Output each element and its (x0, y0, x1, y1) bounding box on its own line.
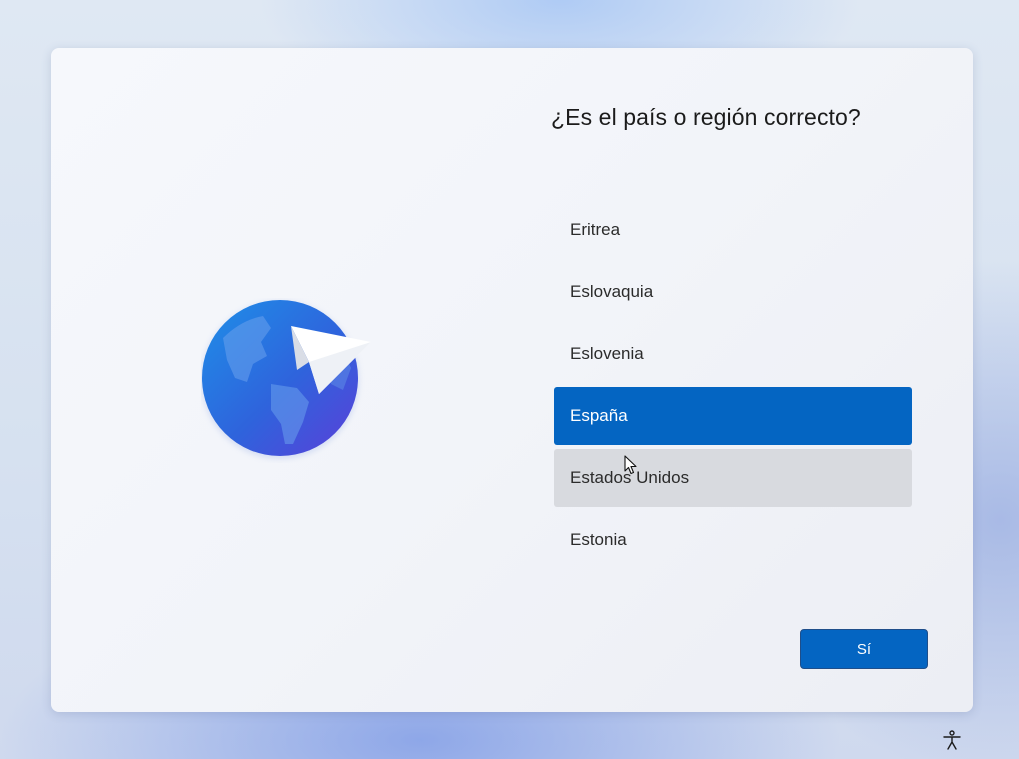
accessibility-icon[interactable] (941, 729, 963, 751)
country-item-eslovaquia[interactable]: Eslovaquia (554, 263, 912, 321)
country-item-estados-unidos[interactable]: Estados Unidos (554, 449, 912, 507)
globe-with-paper-plane-icon (201, 300, 371, 459)
yes-button[interactable]: Sí (800, 629, 928, 669)
country-list[interactable]: Eritrea Eslovaquia Eslovenia España Esta… (554, 201, 912, 573)
setup-dialog: ¿Es el país o región correcto? Eritrea E… (51, 48, 973, 712)
desktop-background: ¿Es el país o región correcto? Eritrea E… (0, 0, 1019, 759)
country-item-eslovenia[interactable]: Eslovenia (554, 325, 912, 383)
country-item-eritrea[interactable]: Eritrea (554, 201, 912, 259)
mouse-pointer-icon (624, 455, 637, 475)
page-title: ¿Es el país o región correcto? (551, 104, 861, 130)
country-item-estonia[interactable]: Estonia (554, 511, 912, 569)
country-item-espana[interactable]: España (554, 387, 912, 445)
